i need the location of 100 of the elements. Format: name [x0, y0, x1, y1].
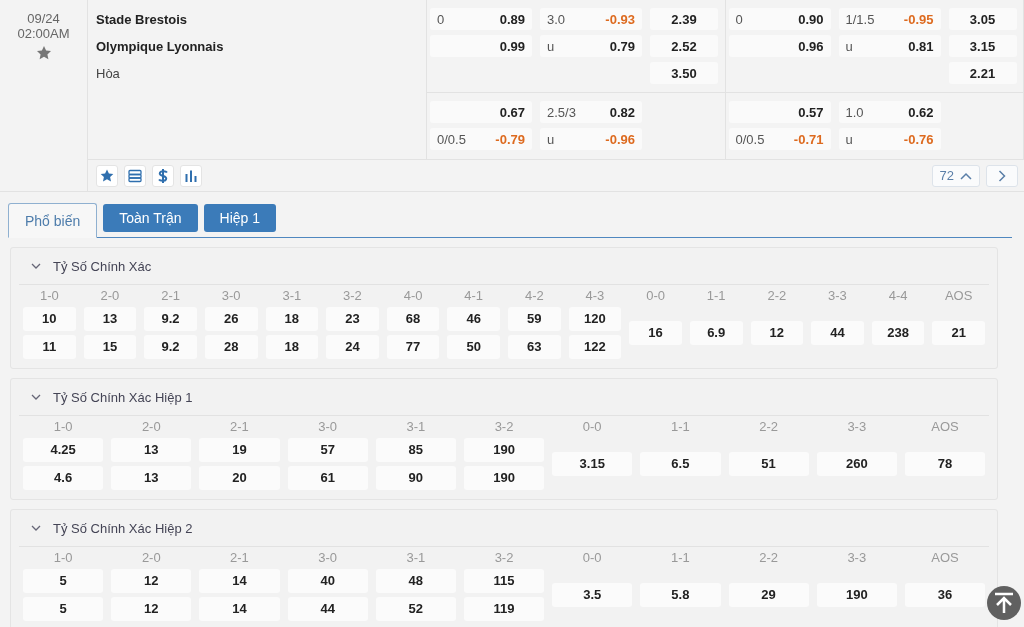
- odds-cell[interactable]: 12: [750, 321, 804, 345]
- odds-cell[interactable]: 15: [83, 335, 137, 359]
- odds-cell[interactable]: 6.5: [640, 452, 721, 476]
- odds-cell[interactable]: 24: [326, 335, 379, 359]
- odds-cell[interactable]: 12: [111, 569, 192, 593]
- odds-cell[interactable]: 5: [23, 569, 104, 593]
- odds-cell[interactable]: 190: [463, 466, 545, 490]
- odds-cell[interactable]: 28: [204, 335, 258, 359]
- odds-cell[interactable]: 85: [375, 438, 456, 462]
- odds-cell[interactable]: 11: [23, 335, 76, 359]
- result-odds-cell[interactable]: 2.52: [650, 35, 718, 57]
- odds-cell[interactable]: 36: [904, 583, 986, 607]
- total-odds-cell[interactable]: u -0.96: [540, 128, 642, 150]
- odds-cell[interactable]: 115: [463, 569, 545, 593]
- odds-cell[interactable]: 5: [23, 597, 104, 621]
- odds-cell[interactable]: 3.5: [552, 583, 633, 607]
- total-odds-cell[interactable]: 1.0 0.62: [838, 101, 941, 123]
- odds-cell[interactable]: 78: [904, 452, 986, 476]
- dollar-button[interactable]: [152, 164, 174, 187]
- total-odds-cell[interactable]: 2.5/3 0.82: [540, 101, 642, 123]
- odds-cell[interactable]: 5.8: [640, 583, 721, 607]
- odds-cell[interactable]: 44: [287, 597, 368, 621]
- odds-cell[interactable]: 18: [265, 307, 319, 331]
- odds-cell[interactable]: 19: [199, 438, 280, 462]
- odds-cell[interactable]: 44: [811, 321, 864, 345]
- odds-cell[interactable]: 12: [111, 597, 192, 621]
- odds-cell[interactable]: 26: [204, 307, 258, 331]
- odds-cell[interactable]: 9.2: [144, 335, 197, 359]
- odds-cell[interactable]: 13: [83, 307, 137, 331]
- odds-cell[interactable]: 119: [463, 597, 545, 621]
- odds-cell[interactable]: 122: [568, 335, 622, 359]
- handicap-odds-cell[interactable]: 0.57: [728, 101, 831, 123]
- chevron-right-icon: [998, 169, 1006, 182]
- odds-cell[interactable]: 14: [199, 569, 280, 593]
- odds-cell[interactable]: 14: [199, 597, 280, 621]
- handicap-odds-cell[interactable]: 0/0.5 -0.79: [430, 128, 532, 150]
- tab[interactable]: Hiệp 1: [203, 204, 276, 232]
- odds-cell[interactable]: 4.6: [23, 466, 104, 490]
- odds-cell[interactable]: 260: [816, 452, 897, 476]
- handicap-odds-cell[interactable]: 0 0.90: [728, 8, 831, 30]
- odds-cell[interactable]: 63: [508, 335, 561, 359]
- odds-cell[interactable]: 52: [375, 597, 456, 621]
- result-odds-cell[interactable]: 3.15: [948, 35, 1017, 57]
- score-label: 3-3: [827, 287, 848, 305]
- odds-cell[interactable]: 4.25: [23, 438, 104, 462]
- market-count-button[interactable]: 72: [931, 164, 980, 187]
- result-odds-cell[interactable]: 2.39: [650, 8, 718, 30]
- total-odds-cell[interactable]: 1/1.5 -0.95: [838, 8, 941, 30]
- odds-cell[interactable]: 18: [265, 335, 319, 359]
- result-odds-cell[interactable]: 3.05: [948, 8, 1017, 30]
- odds-cell[interactable]: 9.2: [144, 307, 197, 331]
- odds-cell[interactable]: 13: [111, 466, 192, 490]
- handicap-odds-cell[interactable]: 0.96: [728, 35, 831, 57]
- next-button[interactable]: [986, 164, 1018, 187]
- layers-button[interactable]: [124, 164, 146, 187]
- total-odds-cell[interactable]: 3.0 -0.93: [540, 8, 642, 30]
- odds-cell[interactable]: 21: [932, 321, 985, 345]
- score-label: 4-2: [523, 287, 545, 305]
- result-odds-cell[interactable]: 3.50: [650, 62, 718, 84]
- match-date: 09/24: [27, 11, 60, 26]
- odds-cell[interactable]: 77: [386, 335, 440, 359]
- odds-cell[interactable]: 13: [111, 438, 192, 462]
- handicap-odds-cell[interactable]: 0.67: [430, 101, 532, 123]
- odds-cell[interactable]: 59: [508, 307, 561, 331]
- odds-cell[interactable]: 57: [287, 438, 368, 462]
- tab[interactable]: Phổ biến: [8, 203, 98, 238]
- handicap-odds-cell[interactable]: 0.99: [430, 35, 532, 57]
- odds-cell[interactable]: 23: [326, 307, 379, 331]
- odds-cell[interactable]: 20: [199, 466, 280, 490]
- result-odds-cell[interactable]: 2.21: [948, 62, 1017, 84]
- odds-cell[interactable]: 3.15: [552, 452, 633, 476]
- tab[interactable]: Toàn Trận: [103, 204, 198, 232]
- odds-cell[interactable]: 238: [871, 321, 925, 345]
- odds-cell[interactable]: 120: [568, 307, 622, 331]
- collapse-toggle[interactable]: [31, 392, 41, 402]
- odds-cell[interactable]: 46: [447, 307, 500, 331]
- odds-cell[interactable]: 16: [629, 321, 682, 345]
- total-odds-cell[interactable]: u 0.81: [838, 35, 941, 57]
- star-button[interactable]: [96, 164, 118, 187]
- odds-cell[interactable]: 90: [375, 466, 456, 490]
- score-label: 3-0: [220, 287, 242, 305]
- scroll-to-top-button[interactable]: [987, 586, 1021, 620]
- handicap-odds-cell[interactable]: 0/0.5 -0.71: [728, 128, 831, 150]
- odds-cell[interactable]: 51: [728, 452, 809, 476]
- odds-cell[interactable]: 40: [287, 569, 368, 593]
- odds-cell[interactable]: 50: [447, 335, 500, 359]
- odds-cell[interactable]: 48: [375, 569, 456, 593]
- handicap-odds-cell[interactable]: 0 0.89: [430, 8, 532, 30]
- total-odds-cell[interactable]: u 0.79: [540, 35, 642, 57]
- odds-cell[interactable]: 190: [816, 583, 897, 607]
- odds-cell[interactable]: 68: [386, 307, 440, 331]
- odds-cell[interactable]: 6.9: [689, 321, 743, 345]
- collapse-toggle[interactable]: [31, 261, 41, 271]
- total-odds-cell[interactable]: u -0.76: [838, 128, 941, 150]
- odds-cell[interactable]: 10: [23, 307, 76, 331]
- collapse-toggle[interactable]: [31, 523, 41, 533]
- odds-cell[interactable]: 190: [463, 438, 545, 462]
- odds-cell[interactable]: 61: [287, 466, 368, 490]
- chart-button[interactable]: [180, 164, 202, 187]
- odds-cell[interactable]: 29: [728, 583, 809, 607]
